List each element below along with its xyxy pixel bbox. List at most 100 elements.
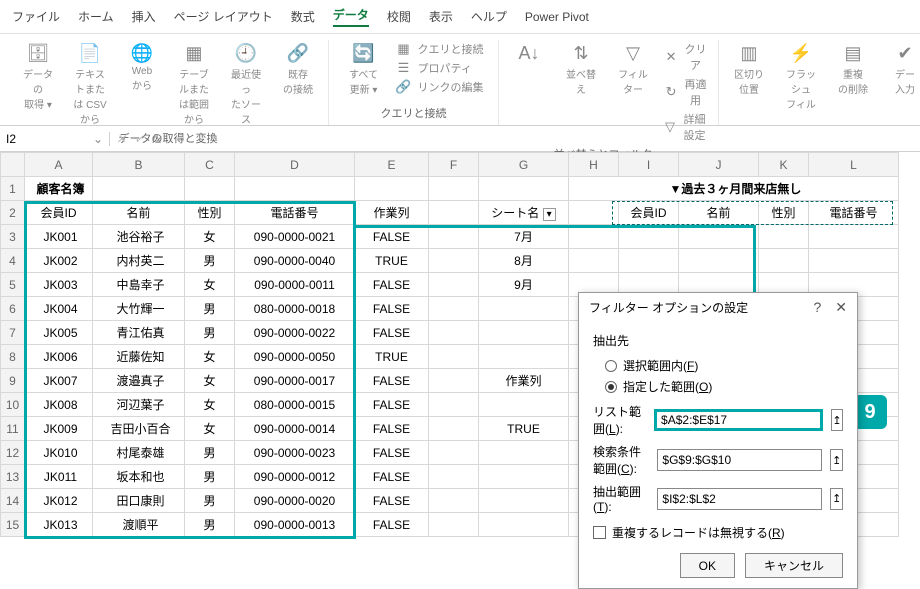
dropdown-icon[interactable]: ▾ — [543, 208, 556, 221]
cell[interactable]: 090-0000-0011 — [235, 273, 355, 297]
col-header[interactable]: J — [679, 153, 759, 177]
cell[interactable]: 女 — [185, 345, 235, 369]
menu-item-view[interactable]: 表示 — [429, 8, 453, 25]
row-header[interactable]: 14 — [1, 489, 25, 513]
cell[interactable]: 080-0000-0015 — [235, 393, 355, 417]
cell[interactable]: JK005 — [25, 321, 93, 345]
row-header[interactable]: 12 — [1, 441, 25, 465]
col-header[interactable]: B — [93, 153, 185, 177]
cell[interactable]: 坂本和也 — [93, 465, 185, 489]
menu-item-file[interactable]: ファイル — [12, 8, 60, 25]
cell[interactable]: JK010 — [25, 441, 93, 465]
cell[interactable]: シート名 ▾ — [479, 201, 569, 225]
cell[interactable]: 男 — [185, 513, 235, 537]
ok-button[interactable]: OK — [680, 553, 735, 578]
close-icon[interactable]: ✕ — [835, 299, 847, 316]
cell[interactable]: 渡邉真子 — [93, 369, 185, 393]
cell[interactable]: TRUE — [355, 345, 429, 369]
cell[interactable]: JK013 — [25, 513, 93, 537]
cell[interactable] — [479, 321, 569, 345]
cell[interactable]: FALSE — [355, 489, 429, 513]
cell[interactable]: JK001 — [25, 225, 93, 249]
cell[interactable]: 090-0000-0012 — [235, 465, 355, 489]
menu-item-powerpivot[interactable]: Power Pivot — [525, 10, 589, 24]
cell[interactable]: 顧客名簿 — [25, 177, 93, 201]
cell[interactable]: 男 — [185, 297, 235, 321]
cell[interactable]: FALSE — [355, 225, 429, 249]
cell[interactable]: FALSE — [355, 417, 429, 441]
ribbon-properties[interactable]: ☰プロパティ — [394, 59, 486, 77]
cell[interactable]: JK009 — [25, 417, 93, 441]
cell[interactable]: JK011 — [25, 465, 93, 489]
enter-icon[interactable]: ✓ — [134, 132, 144, 146]
help-icon[interactable]: ? — [813, 299, 821, 316]
cell[interactable] — [479, 297, 569, 321]
cell[interactable]: 080-0000-0018 — [235, 297, 355, 321]
cell[interactable]: FALSE — [355, 513, 429, 537]
ribbon-sort[interactable]: ⇅並べ替え — [559, 40, 603, 144]
cell[interactable]: 090-0000-0014 — [235, 417, 355, 441]
cell[interactable]: 090-0000-0040 — [235, 249, 355, 273]
ribbon-from-web[interactable]: 🌐Webから — [120, 40, 164, 128]
row-header[interactable]: 5 — [1, 273, 25, 297]
cell[interactable]: JK008 — [25, 393, 93, 417]
ribbon-flash-fill[interactable]: ⚡フラッシュフィル — [779, 40, 823, 113]
cell[interactable]: FALSE — [355, 393, 429, 417]
cell[interactable]: 女 — [185, 369, 235, 393]
ribbon-clear[interactable]: ✕クリア — [663, 40, 710, 74]
cell[interactable]: 女 — [185, 273, 235, 297]
cell[interactable]: 会員ID — [619, 201, 679, 225]
row-header[interactable]: 10 — [1, 393, 25, 417]
cell[interactable]: 090-0000-0020 — [235, 489, 355, 513]
menu-item-insert[interactable]: 挿入 — [132, 8, 156, 25]
cell[interactable]: 090-0000-0017 — [235, 369, 355, 393]
ribbon-edit-links[interactable]: 🔗リンクの編集 — [394, 78, 486, 96]
cell[interactable]: JK012 — [25, 489, 93, 513]
cell[interactable]: FALSE — [355, 297, 429, 321]
select-all-cell[interactable] — [1, 153, 25, 177]
row-header[interactable]: 4 — [1, 249, 25, 273]
criteria-range-input[interactable] — [657, 449, 822, 471]
row-header[interactable]: 8 — [1, 345, 25, 369]
menu-item-home[interactable]: ホーム — [78, 8, 114, 25]
col-header[interactable]: H — [569, 153, 619, 177]
cell[interactable]: 090-0000-0013 — [235, 513, 355, 537]
cell[interactable] — [479, 345, 569, 369]
cell[interactable]: 近藤佐知 — [93, 345, 185, 369]
row-header[interactable]: 7 — [1, 321, 25, 345]
cell[interactable]: 河辺葉子 — [93, 393, 185, 417]
fx-icon[interactable]: fx — [152, 132, 161, 146]
cell[interactable]: FALSE — [355, 441, 429, 465]
cell[interactable]: JK004 — [25, 297, 93, 321]
cell[interactable]: 女 — [185, 225, 235, 249]
ribbon-reapply[interactable]: ↻再適用 — [663, 75, 710, 109]
col-header[interactable]: E — [355, 153, 429, 177]
row-header[interactable]: 13 — [1, 465, 25, 489]
cell[interactable]: 内村英二 — [93, 249, 185, 273]
col-header[interactable]: L — [809, 153, 899, 177]
ribbon-get-data[interactable]: 🗄データの取得 ▾ — [16, 40, 60, 128]
radio-filter-inplace[interactable]: 選択範囲内(F) — [593, 355, 843, 376]
col-header[interactable]: D — [235, 153, 355, 177]
cell[interactable]: JK003 — [25, 273, 93, 297]
cell[interactable]: 090-0000-0022 — [235, 321, 355, 345]
col-header[interactable]: A — [25, 153, 93, 177]
cell[interactable]: FALSE — [355, 465, 429, 489]
cell[interactable]: 大竹輝一 — [93, 297, 185, 321]
cell[interactable]: 090-0000-0023 — [235, 441, 355, 465]
cell[interactable]: JK002 — [25, 249, 93, 273]
ribbon-advanced[interactable]: ▽詳細設定 — [663, 110, 710, 144]
cell[interactable]: 池谷裕子 — [93, 225, 185, 249]
cell[interactable]: 電話番号 — [809, 201, 899, 225]
ribbon-data-val[interactable]: ✔デー入力 — [883, 40, 920, 113]
ribbon-existing-conn[interactable]: 🔗既存の接続 — [276, 40, 320, 128]
cell[interactable]: TRUE — [479, 417, 569, 441]
range-picker-icon[interactable]: ↥ — [831, 409, 843, 431]
copyto-range-input[interactable] — [657, 488, 822, 510]
ribbon-from-table[interactable]: ▦テーブルまたは範囲から — [172, 40, 216, 128]
cell[interactable]: 電話番号 — [235, 201, 355, 225]
col-header[interactable]: G — [479, 153, 569, 177]
radio-copy-to[interactable]: 指定した範囲(O) — [593, 376, 843, 397]
menu-item-data[interactable]: データ — [333, 6, 369, 27]
cell[interactable]: 女 — [185, 393, 235, 417]
